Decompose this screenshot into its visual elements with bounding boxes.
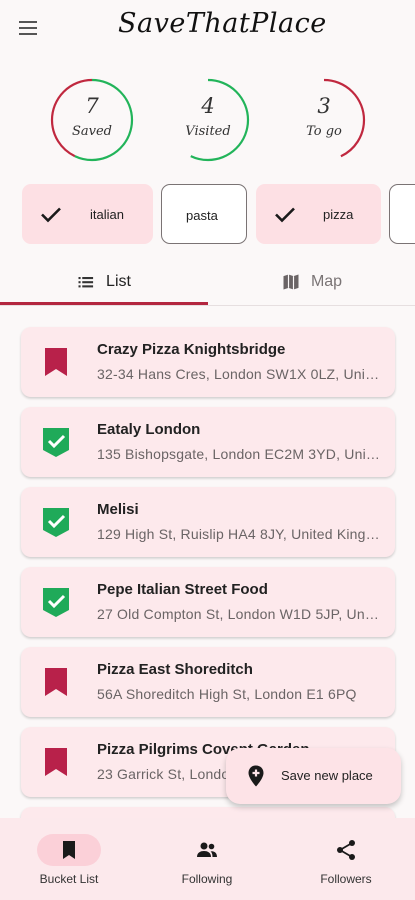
- stat-to-go: 3 To go: [282, 78, 366, 162]
- filter-chip-more[interactable]: [389, 184, 415, 244]
- check-icon: [275, 207, 295, 223]
- add-location-icon: [248, 765, 264, 787]
- stat-ring-to-go: [282, 78, 366, 162]
- place-address: 135 Bishopsgate, London EC2M 3YD, United…: [97, 446, 381, 462]
- stat-saved: 7 Saved: [50, 78, 134, 162]
- place-card[interactable]: [21, 807, 395, 818]
- place-card[interactable]: Pizza East Shoreditch 56A Shoreditch Hig…: [21, 647, 395, 717]
- tab-map[interactable]: Map: [208, 258, 415, 306]
- place-card[interactable]: Melisi 129 High St, Ruislip HA4 8JY, Uni…: [21, 487, 395, 557]
- place-name: Crazy Pizza Knightsbridge: [97, 341, 286, 358]
- nav-label: Following: [181, 872, 233, 886]
- view-tabs: List Map: [0, 258, 415, 306]
- place-name: Melisi: [97, 501, 139, 518]
- app-title: SaveThatPlace: [118, 8, 327, 39]
- nav-item-bucket-list[interactable]: Bucket List: [0, 818, 138, 900]
- bottom-nav: Bucket List Following Followers: [0, 818, 415, 900]
- tab-list[interactable]: List: [0, 258, 207, 306]
- people-icon: [197, 842, 217, 857]
- list-icon: [78, 277, 94, 288]
- menu-icon[interactable]: [14, 14, 44, 44]
- filter-chip-pasta[interactable]: pasta: [161, 184, 247, 244]
- save-new-place-button[interactable]: Save new place: [226, 748, 401, 804]
- stat-saved-label: Saved: [71, 124, 112, 139]
- tab-list-label: List: [106, 273, 131, 290]
- app-bar: SaveThatPlace: [0, 0, 415, 56]
- stat-saved-value: 7: [85, 94, 99, 118]
- nav-item-following[interactable]: Following: [138, 818, 276, 900]
- place-card[interactable]: Crazy Pizza Knightsbridge 32-34 Hans Cre…: [21, 327, 395, 397]
- bookmark-icon: [45, 748, 67, 776]
- bookmark-icon: [45, 668, 67, 696]
- filter-chip-label: pizza: [323, 207, 354, 222]
- verified-check-icon: [43, 588, 69, 617]
- place-address: 32-34 Hans Cres, London SW1X 0LZ, United…: [97, 366, 381, 382]
- nav-label: Followers: [320, 872, 372, 886]
- bookmark-icon: [45, 348, 67, 376]
- share-icon: [337, 840, 355, 860]
- place-address: 56A Shoreditch High St, London E1 6PQ: [97, 686, 357, 702]
- place-name: Eataly London: [97, 421, 201, 438]
- bookmark-icon: [63, 841, 75, 859]
- filter-chips: italian pasta pizza: [0, 182, 415, 248]
- stat-visited-value: 4: [201, 94, 215, 118]
- tab-map-label: Map: [310, 273, 343, 290]
- filter-chip-label: italian: [90, 207, 124, 222]
- nav-label: Bucket List: [39, 872, 99, 886]
- filter-chip-pizza[interactable]: pizza: [256, 184, 381, 244]
- map-icon: [283, 274, 299, 290]
- filter-chip-label: pasta: [186, 208, 218, 223]
- filter-chip-italian[interactable]: italian: [22, 184, 153, 244]
- verified-check-icon: [43, 428, 69, 457]
- place-card[interactable]: Eataly London 135 Bishopsgate, London EC…: [21, 407, 395, 477]
- stat-ring-saved: [50, 78, 134, 162]
- stat-ring-visited: [166, 78, 250, 162]
- place-name: Pizza East Shoreditch: [97, 661, 253, 678]
- place-address: 129 High St, Ruislip HA4 8JY, United Kin…: [97, 526, 381, 542]
- stat-to-go-value: 3: [317, 94, 331, 118]
- tab-indicator: [0, 302, 208, 305]
- stat-visited: 4 Visited: [166, 78, 250, 162]
- check-icon: [41, 207, 61, 223]
- stat-to-go-label: To go: [306, 124, 342, 139]
- verified-check-icon: [43, 508, 69, 537]
- nav-item-followers[interactable]: Followers: [277, 818, 415, 900]
- place-card[interactable]: Pepe Italian Street Food 27 Old Compton …: [21, 567, 395, 637]
- stat-visited-label: Visited: [185, 124, 231, 139]
- place-list[interactable]: Crazy Pizza Knightsbridge 32-34 Hans Cre…: [0, 320, 415, 818]
- place-address: 27 Old Compton St, London W1D 5JP, Unite…: [97, 606, 381, 622]
- place-name: Pepe Italian Street Food: [97, 581, 268, 598]
- fab-label: Save new place: [281, 768, 373, 783]
